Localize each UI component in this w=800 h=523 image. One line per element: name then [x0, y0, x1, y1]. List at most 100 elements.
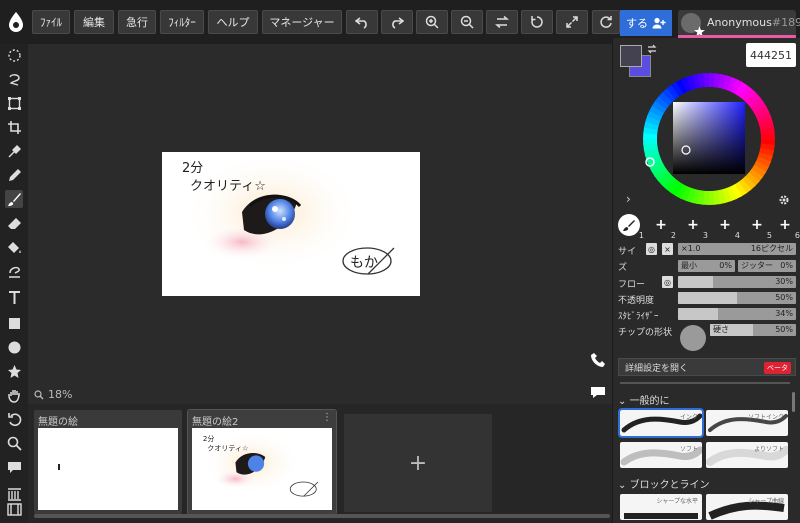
tool-ellipse[interactable]: [5, 338, 23, 356]
flow-slider[interactable]: 30%: [678, 276, 796, 288]
swap-colors-icon[interactable]: [646, 44, 658, 54]
menu-filter[interactable]: ﾌｨﾙﾀｰ: [160, 10, 204, 34]
size-slider[interactable]: ×1.0 16ピクセル: [678, 243, 796, 255]
tool-pencil[interactable]: [5, 166, 23, 184]
drawing-canvas[interactable]: 2分 クオリティ☆ もか: [162, 152, 420, 296]
zoom-icon: [34, 389, 44, 399]
zoom-indicator[interactable]: 18%: [34, 388, 72, 401]
brush-size-preset-4[interactable]: +4: [714, 214, 740, 240]
tool-brush[interactable]: [5, 190, 23, 208]
user-menu[interactable]: Anonymous#1899: [678, 10, 800, 37]
tip-shape-preview[interactable]: [680, 325, 706, 351]
pressure-flow-icon[interactable]: ◎: [662, 276, 673, 288]
tool-lasso-select[interactable]: [5, 46, 23, 64]
opacity-label: 不透明度: [618, 296, 655, 306]
artwork: 2分 クオリティ☆ もか: [182, 152, 395, 275]
brush-softer[interactable]: よりソフト: [706, 442, 788, 468]
redo-button[interactable]: [381, 10, 413, 34]
menu-quick[interactable]: 急行: [118, 10, 156, 34]
opacity-value: 50%: [775, 293, 793, 302]
stabilizer-slider[interactable]: 34%: [678, 308, 796, 320]
tool-smudge[interactable]: [5, 262, 23, 280]
fullscreen-button[interactable]: [556, 10, 588, 34]
reset-view-button[interactable]: [592, 10, 620, 34]
tool-rotate[interactable]: [5, 410, 23, 428]
opacity-slider[interactable]: 50%: [678, 292, 796, 304]
panel-scrollbar[interactable]: [792, 392, 795, 412]
brush-size-preset-5[interactable]: +5: [746, 214, 772, 240]
tool-crop[interactable]: [5, 118, 23, 136]
zoom-out-button[interactable]: [451, 10, 483, 34]
min-slider[interactable]: 最小 0%: [678, 260, 735, 272]
thumb-more-icon[interactable]: ⋮: [322, 412, 332, 423]
menu-help[interactable]: ヘルプ: [208, 10, 258, 34]
tool-search[interactable]: [5, 434, 23, 452]
brush-sharp-curve[interactable]: シャープ曲線: [706, 494, 788, 520]
gear-icon[interactable]: [778, 194, 790, 206]
art-text-2: クオリティ☆: [190, 179, 266, 194]
tool-bucket[interactable]: [5, 238, 23, 256]
drawing-thumb-1[interactable]: 無題の絵: [34, 410, 182, 514]
brush-name: シャープな水平: [656, 498, 698, 505]
crop-icon: [7, 120, 21, 134]
preset-number: 5: [766, 231, 772, 240]
undo-button[interactable]: [346, 10, 378, 34]
brush-icon: [7, 192, 21, 206]
menu-edit[interactable]: 編集: [74, 10, 114, 34]
brush-name: シャープ曲線: [748, 498, 784, 505]
color-wheel[interactable]: [636, 72, 782, 206]
brush-soft-ink[interactable]: ソフトインク: [706, 410, 788, 436]
tool-rectangle[interactable]: [5, 314, 23, 332]
star-shape-icon: [7, 364, 21, 378]
new-drawing-button[interactable]: +: [344, 414, 492, 512]
brush-sharp-horizontal[interactable]: シャープな水平: [620, 494, 702, 520]
zoom-in-button[interactable]: [416, 10, 448, 34]
tool-text[interactable]: [5, 288, 23, 306]
rotate-button[interactable]: [521, 10, 553, 34]
hex-input[interactable]: 444251: [746, 43, 796, 67]
menu-manager[interactable]: マネージャー: [262, 10, 342, 34]
flip-button[interactable]: [486, 10, 518, 34]
opacity-fill: [678, 292, 737, 304]
brush-soft[interactable]: ソフト: [620, 442, 702, 468]
eraser-icon: [7, 217, 21, 229]
chat-icon[interactable]: [590, 384, 606, 400]
hardness-slider[interactable]: 硬さ 50%: [710, 324, 796, 336]
app-logo-icon[interactable]: [6, 11, 26, 33]
primary-color-swatch[interactable]: [620, 45, 642, 67]
brush-ink[interactable]: インク: [618, 408, 704, 438]
zoom-out-icon: [460, 15, 474, 29]
tool-comment[interactable]: [5, 458, 23, 476]
search-icon: [7, 436, 22, 451]
paint-bucket-icon: [7, 241, 21, 253]
tool-free-lasso[interactable]: [5, 70, 23, 88]
hue-segment[interactable]: [760, 133, 775, 141]
tool-eyedropper[interactable]: [5, 142, 23, 160]
brush-size-preset-1[interactable]: 1: [618, 214, 644, 240]
expand-chevron-icon[interactable]: ›: [626, 192, 631, 206]
flow-fill: [678, 276, 714, 288]
pressure-size-icon[interactable]: ◎: [646, 243, 657, 255]
brush-size-preset-3[interactable]: +3: [682, 214, 708, 240]
share-button[interactable]: する: [620, 10, 672, 36]
tool-eraser[interactable]: [5, 214, 23, 232]
section-blocks-lines[interactable]: ⌄ ブロックとライン: [618, 476, 710, 491]
brush-size-preset-2[interactable]: +2: [650, 214, 676, 240]
jitter-slider[interactable]: ジッター 0%: [738, 260, 796, 272]
zoom-value: 18%: [48, 388, 73, 401]
section-general[interactable]: ⌄ 一般的に: [618, 392, 670, 407]
user-name-text: Anonymous: [707, 16, 772, 29]
horizontal-scrollbar[interactable]: [34, 514, 610, 518]
tool-shape[interactable]: [5, 362, 23, 380]
phone-icon[interactable]: [590, 352, 606, 368]
tool-frames[interactable]: [5, 500, 23, 518]
tool-transform[interactable]: [5, 94, 23, 112]
drawing-thumb-2[interactable]: 無題の絵2 ⋮ 2分 クオリティ☆: [187, 409, 337, 515]
brush-size-preset-6[interactable]: +6: [774, 214, 800, 240]
menu-file[interactable]: ﾌｧｲﾙ: [32, 10, 70, 34]
size-x-icon[interactable]: ×: [662, 243, 673, 255]
thumb-art-text-2: クオリティ☆: [207, 444, 248, 453]
advanced-settings-button[interactable]: 詳細設定を開く ベータ: [618, 358, 796, 376]
advanced-settings-label: 詳細設定を開く: [625, 363, 689, 374]
tool-hand[interactable]: [5, 386, 23, 404]
